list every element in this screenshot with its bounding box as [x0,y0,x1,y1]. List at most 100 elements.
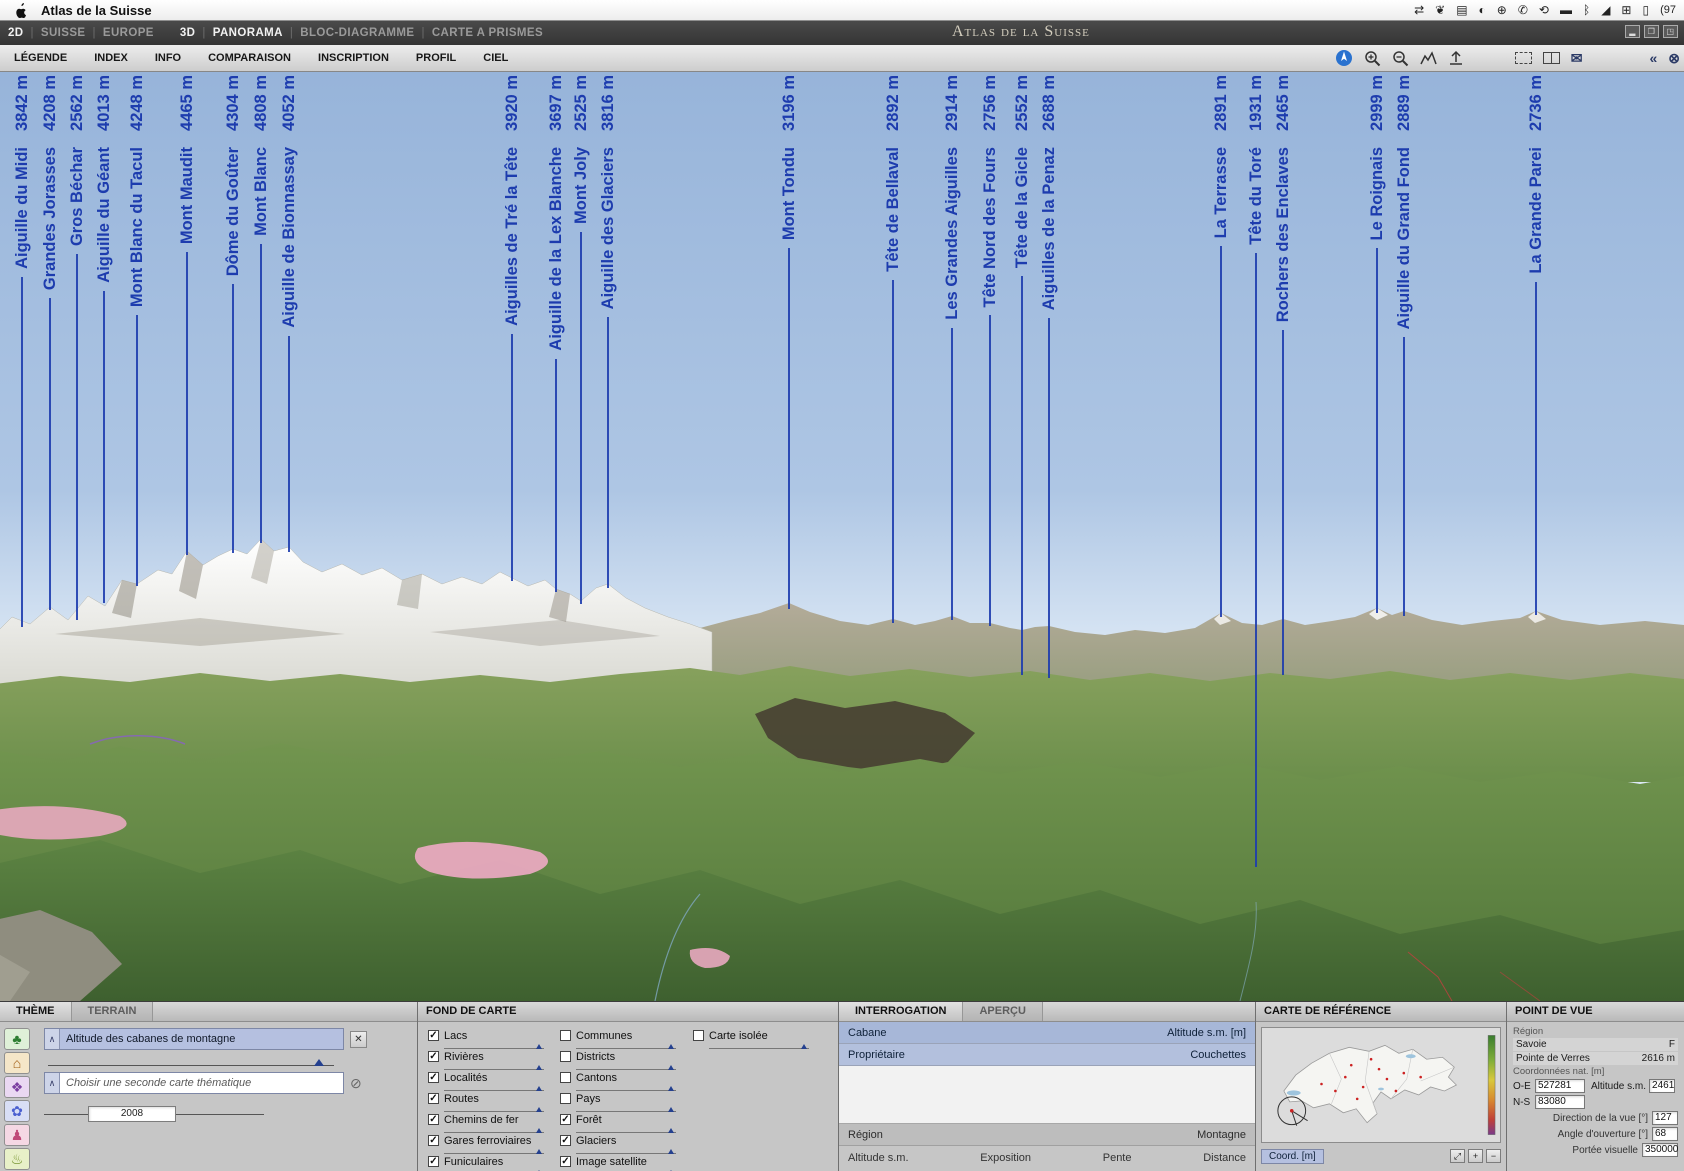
slider-marker[interactable] [314,1059,324,1066]
range-input[interactable]: 350000 [1642,1143,1678,1157]
menu-legende[interactable]: LÉGENDE [14,52,67,64]
universal-access-icon[interactable]: ◐ [1479,3,1486,17]
slider-marker[interactable] [536,1128,542,1133]
slider-marker[interactable] [536,1107,542,1112]
wildlife-theme-icon[interactable]: ♨ [4,1148,30,1170]
layer-checkbox[interactable]: ✓ [428,1051,439,1062]
altitude-input[interactable]: 2461 [1649,1079,1675,1093]
tab-apercu[interactable]: APERÇU [963,1002,1042,1021]
zoom-in-icon[interactable] [1364,50,1381,67]
oe-input[interactable]: 527281 [1535,1079,1585,1093]
tab-interrogation[interactable]: INTERROGATION [839,1002,963,1021]
layer-opacity-slider[interactable] [709,1042,809,1049]
layer-opacity-slider[interactable] [576,1084,676,1091]
layer-checkbox[interactable]: ✓ [560,1114,571,1125]
forest-theme-icon[interactable]: ♣ [4,1028,30,1050]
menu-index[interactable]: INDEX [94,52,128,64]
layer-opacity-slider[interactable] [576,1147,676,1154]
apple-menu-icon[interactable] [14,3,29,18]
nav-europe[interactable]: EUROPE [103,27,154,39]
switzerland-overview-map[interactable] [1261,1027,1501,1143]
slider-marker[interactable] [536,1149,542,1154]
mail-icon[interactable]: ✉ [1571,50,1583,67]
layer-opacity-slider[interactable] [444,1084,544,1091]
slider-marker[interactable] [668,1044,674,1049]
layer-checkbox[interactable]: ✓ [428,1072,439,1083]
slider-marker[interactable] [536,1086,542,1091]
year-value[interactable]: 2008 [88,1106,176,1122]
nav-2d[interactable]: 2D [8,27,24,39]
flora-theme-icon[interactable]: ✿ [4,1100,30,1122]
menu-ciel[interactable]: CIEL [483,52,508,64]
layer-opacity-slider[interactable] [444,1105,544,1112]
split-view-icon[interactable] [1543,52,1560,64]
slider-marker[interactable] [668,1149,674,1154]
layer-opacity-slider[interactable] [576,1105,676,1112]
remove-theme-button[interactable]: ✕ [350,1031,367,1048]
bluetooth-icon[interactable]: ᛒ [1583,3,1590,17]
slider-marker[interactable] [536,1044,542,1049]
tab-terrain[interactable]: TERRAIN [72,1002,154,1021]
angle-input[interactable]: 68 [1652,1127,1678,1141]
layer-checkbox[interactable] [693,1030,704,1041]
primary-theme-dropdown[interactable]: ∧ Altitude des cabanes de montagne [44,1028,344,1050]
slider-marker[interactable] [668,1065,674,1070]
zoom-out-icon[interactable] [1392,50,1409,67]
slider-marker[interactable] [668,1086,674,1091]
layer-opacity-slider[interactable] [444,1126,544,1133]
layer-opacity-slider[interactable] [576,1042,676,1049]
script-menu-icon[interactable]: ❦ [1435,3,1445,17]
hut-theme-icon[interactable]: ⌂ [4,1052,30,1074]
no-second-theme-icon[interactable]: ⊘ [350,1075,362,1092]
theme-opacity-slider[interactable] [48,1054,334,1066]
layer-checkbox[interactable] [560,1093,571,1104]
compass-icon[interactable] [1335,49,1353,67]
time-machine-icon[interactable]: ⟲ [1539,3,1549,17]
restore-button[interactable]: ❐ [1644,25,1659,38]
menu-comparaison[interactable]: COMPARAISON [208,52,291,64]
layer-checkbox[interactable] [560,1051,571,1062]
battery-icon[interactable]: ▯ [1642,3,1649,17]
chevron-up-icon[interactable]: ∧ [45,1073,60,1093]
profile-icon[interactable] [1420,50,1437,66]
layer-checkbox[interactable]: ✓ [560,1135,571,1146]
ns-input[interactable]: 83080 [1535,1095,1585,1109]
layer-opacity-slider[interactable] [444,1063,544,1070]
slider-marker[interactable] [668,1128,674,1133]
map-zoom-out-button[interactable]: − [1486,1149,1501,1163]
collapse-panels-icon[interactable]: « [1649,50,1657,66]
nav-3d[interactable]: 3D [180,27,196,39]
nav-panorama[interactable]: PANORAMA [213,27,283,39]
slider-marker[interactable] [801,1044,807,1049]
layer-checkbox[interactable]: ✓ [428,1030,439,1041]
layer-checkbox[interactable]: ✓ [428,1093,439,1104]
slider-marker[interactable] [668,1107,674,1112]
layer-checkbox[interactable]: ✓ [560,1156,571,1167]
population-theme-icon[interactable]: ❖ [4,1076,30,1098]
tourism-theme-icon[interactable]: ♟ [4,1124,30,1146]
layer-checkbox[interactable] [560,1030,571,1041]
nav-bloc-diagramme[interactable]: BLOC-DIAGRAMME [300,27,414,39]
layer-checkbox[interactable]: ✓ [428,1156,439,1167]
map-zoom-in-button[interactable]: + [1468,1149,1483,1163]
viewpoint-height-icon[interactable] [1448,50,1464,66]
displays-icon[interactable]: ▤ [1456,3,1467,17]
keyboard-viewer-icon[interactable]: ⊞ [1621,3,1631,17]
minimize-button[interactable]: ▂ [1625,25,1640,38]
nav-suisse[interactable]: SUISSE [41,27,86,39]
map-pan-button[interactable]: ⤢ [1450,1149,1465,1163]
maximize-button[interactable]: ◳ [1663,25,1678,38]
panorama-3d-view[interactable]: 3842 mAiguille du Midi4208 mGrandes Jora… [0,72,1684,1001]
chevron-up-icon[interactable]: ∧ [45,1029,60,1049]
selection-box-icon[interactable] [1515,52,1532,64]
wifi-icon[interactable]: ◢ [1601,3,1610,17]
slider-marker[interactable] [536,1065,542,1070]
layer-checkbox[interactable]: ✓ [428,1135,439,1146]
secondary-theme-dropdown[interactable]: ∧ Choisir une seconde carte thématique [44,1072,344,1094]
menu-profil[interactable]: PROFIL [416,52,456,64]
menu-inscription[interactable]: INSCRIPTION [318,52,389,64]
layer-opacity-slider[interactable] [576,1063,676,1070]
menu-info[interactable]: INFO [155,52,181,64]
year-slider[interactable]: 2008 [44,1106,411,1122]
layer-opacity-slider[interactable] [444,1147,544,1154]
